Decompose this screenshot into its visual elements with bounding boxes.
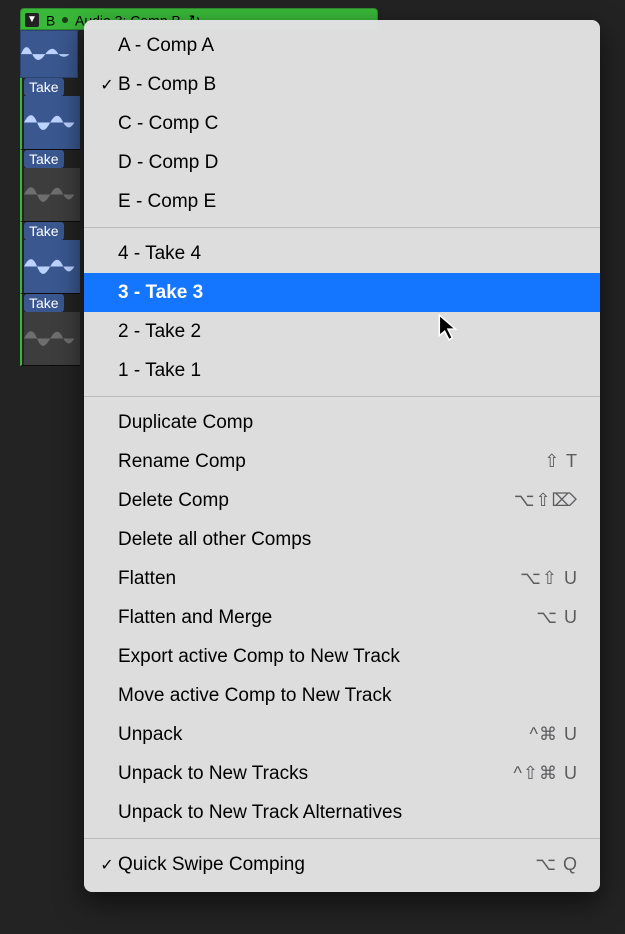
menu-item-label: D - Comp D — [118, 152, 578, 174]
menu-item-label: Unpack — [118, 724, 530, 746]
menu-item-shortcut: ⇧ T — [544, 451, 578, 472]
menu-action-item[interactable]: Unpack to New Track Alternatives — [84, 793, 600, 832]
menu-item-label: B - Comp B — [118, 74, 578, 96]
comp-waveform[interactable] — [20, 30, 78, 78]
menu-item-label: Flatten and Merge — [118, 607, 536, 629]
waveform-icon — [24, 104, 80, 141]
check-icon: ✓ — [96, 75, 118, 95]
menu-item-shortcut: ^⌘ U — [530, 724, 578, 745]
disclosure-triangle-icon[interactable]: ▼ — [25, 13, 39, 27]
menu-separator — [84, 838, 600, 839]
menu-action-item[interactable]: Delete Comp⌥⇧⌦ — [84, 481, 600, 520]
take-waveform[interactable] — [24, 240, 80, 293]
menu-item-label: Unpack to New Track Alternatives — [118, 802, 578, 824]
menu-comp-item[interactable]: ✓B - Comp B — [84, 65, 600, 104]
take-label: Take — [24, 294, 64, 312]
menu-item-label: 4 - Take 4 — [118, 243, 578, 265]
check-icon: ✓ — [96, 855, 118, 875]
take-waveform[interactable] — [24, 312, 80, 365]
menu-item-shortcut: ⌥ Q — [535, 854, 578, 875]
menu-comp-item[interactable]: D - Comp D — [84, 143, 600, 182]
take-label: Take — [24, 78, 64, 96]
menu-separator — [84, 227, 600, 228]
menu-action-item[interactable]: Unpack to New Tracks^⇧⌘ U — [84, 754, 600, 793]
take-label: Take — [24, 222, 64, 240]
menu-separator — [84, 396, 600, 397]
menu-comp-item[interactable]: E - Comp E — [84, 182, 600, 221]
menu-item-shortcut: ⌥⇧⌦ — [514, 490, 578, 511]
menu-take-item[interactable]: 4 - Take 4 — [84, 234, 600, 273]
take-lane[interactable]: Take — [20, 150, 80, 222]
menu-item-label: Export active Comp to New Track — [118, 646, 578, 668]
menu-quick-swipe-item[interactable]: ✓Quick Swipe Comping⌥ Q — [84, 845, 600, 884]
take-waveform[interactable] — [24, 168, 80, 221]
menu-item-label: Unpack to New Tracks — [118, 763, 513, 785]
menu-comp-item[interactable]: A - Comp A — [84, 26, 600, 65]
menu-action-item[interactable]: Export active Comp to New Track — [84, 637, 600, 676]
menu-comp-item[interactable]: C - Comp C — [84, 104, 600, 143]
take-lane[interactable]: Take — [20, 222, 80, 294]
menu-take-item[interactable]: 3 - Take 3 — [84, 273, 600, 312]
menu-item-label: Rename Comp — [118, 451, 544, 473]
menu-item-label: Duplicate Comp — [118, 412, 578, 434]
take-waveform[interactable] — [24, 96, 80, 149]
menu-action-item[interactable]: Flatten⌥⇧ U — [84, 559, 600, 598]
waveform-icon — [24, 320, 80, 357]
waveform-icon — [24, 176, 80, 213]
menu-item-label: 2 - Take 2 — [118, 321, 578, 343]
comp-letter: B — [46, 12, 55, 28]
menu-item-label: Delete all other Comps — [118, 529, 578, 551]
menu-item-label: 3 - Take 3 — [118, 282, 578, 304]
take-lane[interactable]: Take — [20, 294, 80, 366]
take-lane[interactable]: Take — [20, 78, 80, 150]
menu-item-label: 1 - Take 1 — [118, 360, 578, 382]
menu-action-item[interactable]: Flatten and Merge⌥ U — [84, 598, 600, 637]
menu-action-item[interactable]: Rename Comp⇧ T — [84, 442, 600, 481]
take-folder-menu[interactable]: A - Comp A✓B - Comp BC - Comp CD - Comp … — [84, 20, 600, 892]
menu-item-label: A - Comp A — [118, 35, 578, 57]
menu-action-item[interactable]: Duplicate Comp — [84, 403, 600, 442]
menu-item-label: E - Comp E — [118, 191, 578, 213]
menu-item-label: Delete Comp — [118, 490, 514, 512]
menu-action-item[interactable]: Delete all other Comps — [84, 520, 600, 559]
take-label: Take — [24, 150, 64, 168]
menu-item-label: C - Comp C — [118, 113, 578, 135]
menu-item-shortcut: ^⇧⌘ U — [513, 763, 578, 784]
menu-item-label: Move active Comp to New Track — [118, 685, 578, 707]
menu-item-label: Quick Swipe Comping — [118, 854, 535, 876]
menu-item-shortcut: ⌥ U — [536, 607, 578, 628]
menu-item-label: Flatten — [118, 568, 520, 590]
separator-dot-icon — [62, 17, 68, 23]
waveform-icon — [24, 248, 80, 285]
menu-item-shortcut: ⌥⇧ U — [520, 568, 578, 589]
menu-action-item[interactable]: Move active Comp to New Track — [84, 676, 600, 715]
menu-action-item[interactable]: Unpack^⌘ U — [84, 715, 600, 754]
waveform-icon — [21, 38, 77, 70]
menu-take-item[interactable]: 1 - Take 1 — [84, 351, 600, 390]
menu-take-item[interactable]: 2 - Take 2 — [84, 312, 600, 351]
